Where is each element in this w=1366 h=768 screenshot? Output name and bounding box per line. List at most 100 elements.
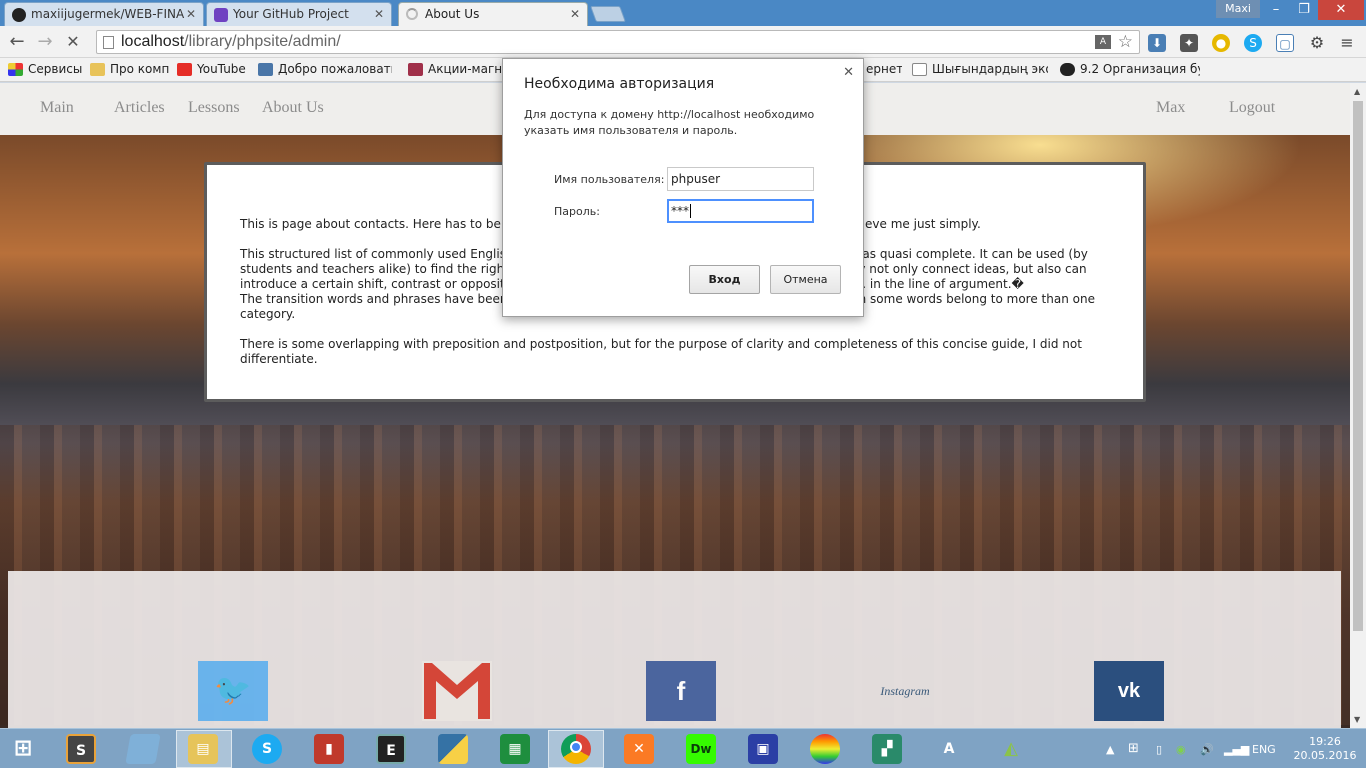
tray-up-arrow-icon[interactable]: ▲ [1106, 743, 1114, 756]
python-icon[interactable] [438, 734, 468, 764]
profile-badge[interactable]: Maxi [1216, 0, 1260, 18]
paragraph-list-line2-end: ey not only connect ideas, but also can [851, 262, 1087, 276]
menu-icon[interactable]: ≡ [1338, 34, 1356, 52]
nav-main[interactable]: Main [40, 99, 74, 117]
paragraph-list-line3-end: tc. in the line of argument.� [851, 277, 1024, 291]
bookmark-document[interactable]: Шығындардың эконо [912, 62, 1048, 76]
bookmark-youtube[interactable]: YouTube [177, 62, 249, 76]
download-extension-icon[interactable]: ⬇ [1148, 34, 1166, 52]
bookmark-vk[interactable]: Добро пожаловать | [258, 62, 392, 76]
minimize-button[interactable]: – [1262, 0, 1290, 20]
skype-icon[interactable]: S [252, 734, 282, 764]
file-explorer-icon[interactable]: ▤ [188, 734, 218, 764]
action-center-icon[interactable]: ⊞ [1128, 741, 1139, 756]
paragraph-list-line1: This structured list of commonly used En… [240, 247, 506, 261]
footer-social-panel: 🐦 f Instagram vk [8, 571, 1341, 728]
language-indicator[interactable]: ENG [1252, 743, 1276, 756]
nvidia-icon[interactable]: ◉ [1176, 743, 1186, 756]
system-clock[interactable]: 19:26 20.05.2016 [1290, 735, 1360, 763]
rainbow-app-icon[interactable] [810, 734, 840, 764]
paragraph-list-line4: The transition words and phrases have be… [240, 292, 508, 306]
skype-extension-icon[interactable]: S [1244, 34, 1262, 52]
nav-about-us[interactable]: About Us [262, 99, 324, 117]
close-icon[interactable]: ✕ [374, 7, 384, 21]
instagram-icon[interactable]: Instagram [870, 661, 940, 721]
username-label: Имя пользователя: [554, 173, 665, 186]
scrollbar-thumb[interactable] [1353, 101, 1363, 631]
xampp-icon[interactable]: ✕ [624, 734, 654, 764]
translate-app-icon[interactable]: A [934, 734, 964, 764]
scroll-down-icon[interactable]: ▼ [1354, 715, 1360, 724]
close-icon[interactable]: ✕ [186, 7, 196, 21]
notepad-icon[interactable] [125, 734, 161, 764]
twitter-icon[interactable]: 🐦 [198, 661, 268, 721]
screen-capture-icon[interactable]: ▢ [1276, 34, 1294, 52]
project-icon [214, 8, 228, 22]
magnum-icon [408, 63, 423, 76]
dialog-title: Необходима авторизация [524, 76, 715, 92]
console-icon[interactable]: E [376, 734, 406, 764]
tab-strip: maxiijugermek/WEB-FINA ✕ Your GitHub Pro… [0, 0, 1366, 26]
tab-github[interactable]: maxiijugermek/WEB-FINA ✕ [4, 2, 204, 26]
maximize-button[interactable]: ❐ [1290, 0, 1318, 20]
close-icon[interactable]: ✕ [843, 65, 854, 80]
puzzle-extension-icon[interactable]: ✦ [1180, 34, 1198, 52]
back-icon[interactable]: ← [6, 32, 28, 52]
page-icon [912, 63, 927, 76]
spreadsheet-icon[interactable]: ▦ [500, 734, 530, 764]
save-disk-icon[interactable]: ▣ [748, 734, 778, 764]
yellow-extension-icon[interactable]: ● [1212, 34, 1230, 52]
translate-icon[interactable]: A [1095, 35, 1111, 49]
paragraph-list-line3: introduce a certain shift, contrast or o… [240, 277, 509, 291]
nav-lessons[interactable]: Lessons [188, 99, 240, 117]
chrome-icon[interactable] [561, 734, 591, 764]
nav-logout[interactable]: Logout [1229, 99, 1275, 117]
scroll-up-icon[interactable]: ▲ [1354, 87, 1360, 96]
password-field[interactable]: *** [667, 199, 814, 223]
cancel-button[interactable]: Отмена [770, 265, 841, 294]
username-field[interactable]: phpuser [667, 167, 814, 191]
gmail-icon[interactable] [422, 661, 492, 721]
bookmark-apps[interactable]: Сервисы [8, 62, 88, 76]
dreamweaver-icon[interactable]: Dw [686, 734, 716, 764]
tab-github-project[interactable]: Your GitHub Project ✕ [206, 2, 392, 26]
folder-icon [90, 63, 105, 76]
page-scrollbar[interactable]: ▲ ▼ [1350, 83, 1366, 728]
book-app-icon[interactable]: ▮ [314, 734, 344, 764]
bookmark-accounting[interactable]: 9.2 Организация бухг [1060, 62, 1200, 76]
tab-about-us[interactable]: About Us ✕ [398, 2, 588, 26]
login-button[interactable]: Вход [689, 265, 760, 294]
paragraph-intro: This is page about contacts. Here has to… [240, 217, 509, 231]
volume-icon[interactable]: 🔊 [1200, 743, 1214, 756]
bookmark-magnum[interactable]: Акции-магнум [408, 62, 502, 76]
auth-dialog: Необходима авторизация ✕ Для доступа к д… [502, 58, 864, 317]
windows-start-icon[interactable]: ⊞ [8, 734, 38, 764]
stop-icon[interactable]: ✕ [62, 32, 84, 52]
sublime-text-icon[interactable]: S [66, 734, 96, 764]
nav-user-max[interactable]: Max [1156, 99, 1185, 117]
url-text: localhost/library/phpsite/admin/ [121, 33, 341, 50]
page-icon [103, 36, 114, 49]
android-studio-icon[interactable]: ◭ [996, 734, 1026, 764]
bookmark-star-icon[interactable]: ☆ [1118, 32, 1133, 52]
vk-icon[interactable]: vk [1094, 661, 1164, 721]
facebook-icon[interactable]: f [646, 661, 716, 721]
apps-icon [8, 63, 23, 76]
phpstorm-icon[interactable]: ▞ [872, 734, 902, 764]
battery-icon[interactable]: ▯ [1156, 743, 1162, 756]
forward-icon[interactable]: → [34, 32, 56, 52]
browser-toolbar: ← → ✕ localhost/library/phpsite/admin/ A… [0, 26, 1366, 58]
clock-date: 20.05.2016 [1293, 749, 1357, 762]
bookmark-partial[interactable]: ернете [866, 62, 902, 76]
close-window-button[interactable]: ✕ [1318, 0, 1364, 20]
close-icon[interactable]: ✕ [570, 7, 580, 21]
bookmark-folder[interactable]: Про комп [90, 62, 172, 76]
new-tab-button[interactable] [590, 6, 626, 22]
address-bar[interactable]: localhost/library/phpsite/admin/ A ☆ [96, 30, 1140, 54]
youtube-icon [177, 63, 192, 76]
nav-articles[interactable]: Articles [114, 99, 165, 117]
settings-gear-icon[interactable]: ⚙ [1308, 34, 1326, 52]
github-icon [12, 8, 26, 22]
paragraph-overlap: There is some overlapping with prepositi… [240, 337, 1082, 366]
network-signal-icon[interactable]: ▂▄▆ [1224, 743, 1249, 756]
